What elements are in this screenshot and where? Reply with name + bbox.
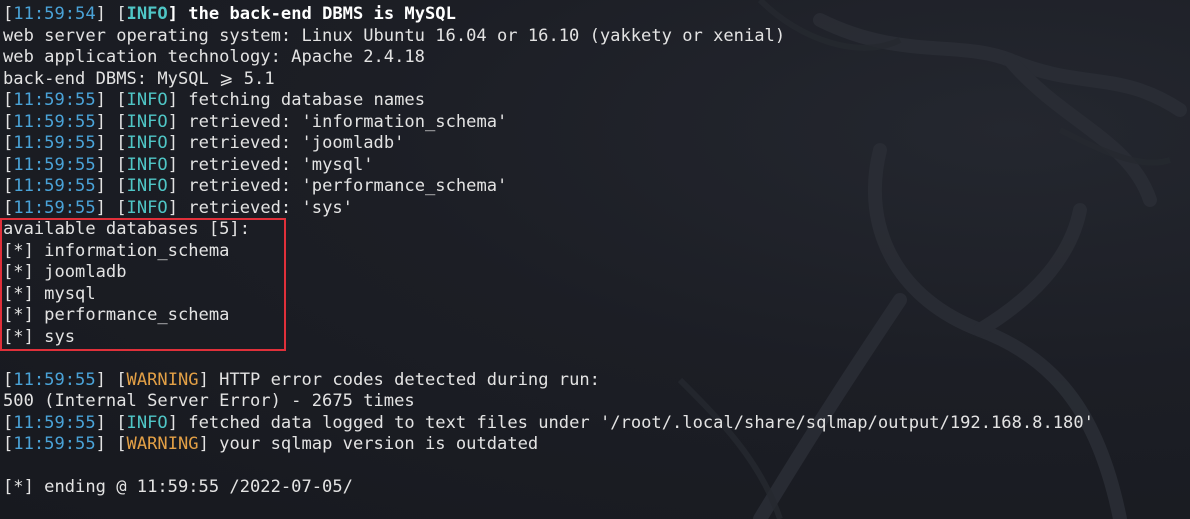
terminal-window[interactable]: [11:59:54] [INFO] the back-end DBMS is M… bbox=[0, 0, 1190, 519]
output-text: web application technology: Apache 2.4.1… bbox=[3, 47, 425, 67]
log-level: WARNING bbox=[126, 369, 199, 390]
terminal-line: [*] ending @ 11:59:55 /2022-07-05/ bbox=[3, 477, 1094, 499]
log-level: INFO bbox=[126, 133, 168, 153]
log-level: INFO bbox=[126, 197, 168, 218]
bracket: [ bbox=[116, 412, 127, 433]
log-message: your sqlmap version is outdated bbox=[219, 434, 539, 454]
bracket: [ bbox=[116, 154, 127, 175]
bracket: ] bbox=[167, 133, 189, 153]
timestamp: 11:59:55 bbox=[13, 111, 96, 132]
output-text: web server operating system: Linux Ubunt… bbox=[3, 25, 786, 46]
output-text: 500 (Internal Server Error) - 2675 times bbox=[3, 391, 415, 411]
bracket: [ bbox=[116, 4, 127, 24]
bracket: [ bbox=[3, 90, 14, 110]
log-level: WARNING bbox=[126, 434, 199, 454]
log-message: fetching database names bbox=[188, 90, 425, 110]
log-message: retrieved: 'sys' bbox=[188, 197, 353, 218]
bracket: [ bbox=[116, 133, 127, 153]
bracket: ] bbox=[167, 90, 189, 110]
bracket: ] bbox=[95, 412, 117, 433]
log-message: retrieved: 'performance_schema' bbox=[188, 176, 508, 196]
timestamp: 11:59:55 bbox=[13, 154, 96, 175]
bracket: [ bbox=[3, 412, 14, 433]
terminal-line: back-end DBMS: MySQL ⩾ 5.1 bbox=[3, 69, 1094, 91]
bracket: ] bbox=[167, 176, 189, 196]
terminal-line: [11:59:55] [INFO] fetching database name… bbox=[3, 90, 1094, 112]
bracket: [ bbox=[3, 154, 14, 175]
log-message: HTTP error codes detected during run: bbox=[219, 369, 600, 390]
timestamp: 11:59:55 bbox=[13, 412, 96, 433]
log-message: retrieved: 'information_schema' bbox=[188, 111, 508, 132]
terminal-line: web server operating system: Linux Ubunt… bbox=[3, 26, 1094, 48]
bracket: ] bbox=[167, 412, 189, 433]
bracket: [ bbox=[3, 111, 14, 132]
log-message: retrieved: 'joomladb' bbox=[188, 133, 405, 153]
terminal-line: [11:59:55] [WARNING] your sqlmap version… bbox=[3, 434, 1094, 456]
bracket: ] bbox=[198, 434, 220, 454]
output-text: [*] ending @ 11:59:55 /2022-07-05/ bbox=[3, 477, 353, 497]
highlight-box-available-databases bbox=[0, 218, 286, 351]
timestamp: 11:59:55 bbox=[13, 369, 96, 390]
terminal-line: [11:59:55] [INFO] retrieved: 'performanc… bbox=[3, 176, 1094, 198]
bracket: [ bbox=[116, 434, 127, 454]
log-level: INFO bbox=[126, 176, 168, 196]
bracket: ] bbox=[167, 4, 189, 24]
log-level: INFO bbox=[126, 4, 168, 24]
bracket: ] bbox=[95, 197, 117, 218]
bracket: ] bbox=[95, 90, 117, 110]
log-message: retrieved: 'mysql' bbox=[188, 154, 374, 175]
bracket: [ bbox=[116, 369, 127, 390]
terminal-line: [11:59:55] [INFO] retrieved: 'mysql' bbox=[3, 155, 1094, 177]
log-message: the back-end DBMS is MySQL bbox=[188, 4, 456, 24]
bracket: ] bbox=[95, 176, 117, 196]
timestamp: 11:59:55 bbox=[13, 434, 96, 454]
output-text: back-end DBMS: MySQL ⩾ 5.1 bbox=[3, 68, 275, 89]
terminal-line: [11:59:55] [INFO] retrieved: 'joomladb' bbox=[3, 133, 1094, 155]
timestamp: 11:59:55 bbox=[13, 133, 96, 153]
bracket: [ bbox=[116, 90, 127, 110]
bracket: ] bbox=[95, 434, 117, 454]
timestamp: 11:59:54 bbox=[13, 4, 96, 24]
terminal-line: [11:59:55] [INFO] fetched data logged to… bbox=[3, 413, 1094, 435]
terminal-line: 500 (Internal Server Error) - 2675 times bbox=[3, 391, 1094, 413]
terminal-line: web application technology: Apache 2.4.1… bbox=[3, 47, 1094, 69]
log-message: fetched data logged to text files under … bbox=[188, 412, 1094, 433]
bracket: [ bbox=[116, 176, 127, 196]
timestamp: 11:59:55 bbox=[13, 197, 96, 218]
log-level: INFO bbox=[126, 111, 168, 132]
bracket: ] bbox=[167, 111, 189, 132]
terminal-line: [11:59:55] [INFO] retrieved: 'informatio… bbox=[3, 112, 1094, 134]
bracket: [ bbox=[3, 176, 14, 196]
bracket: ] bbox=[198, 369, 220, 390]
bracket: [ bbox=[3, 197, 14, 218]
bracket: ] bbox=[95, 133, 117, 153]
bracket: [ bbox=[116, 197, 127, 218]
log-level: INFO bbox=[126, 154, 168, 175]
bracket: [ bbox=[3, 369, 14, 390]
bracket: ] bbox=[167, 197, 189, 218]
bracket: [ bbox=[3, 434, 14, 454]
bracket: ] bbox=[95, 111, 117, 132]
log-level: INFO bbox=[126, 90, 168, 110]
bracket: [ bbox=[116, 111, 127, 132]
terminal-line: [11:59:55] [INFO] retrieved: 'sys' bbox=[3, 198, 1094, 220]
bracket: ] bbox=[95, 4, 117, 24]
terminal-line: [11:59:55] [WARNING] HTTP error codes de… bbox=[3, 370, 1094, 392]
timestamp: 11:59:55 bbox=[13, 90, 96, 110]
bracket: [ bbox=[3, 4, 14, 24]
bracket: ] bbox=[95, 369, 117, 390]
bracket: [ bbox=[3, 133, 14, 153]
terminal-line: [11:59:54] [INFO] the back-end DBMS is M… bbox=[3, 4, 1094, 26]
timestamp: 11:59:55 bbox=[13, 176, 96, 196]
bracket: ] bbox=[167, 154, 189, 175]
bracket: ] bbox=[95, 154, 117, 175]
log-level: INFO bbox=[126, 412, 168, 433]
